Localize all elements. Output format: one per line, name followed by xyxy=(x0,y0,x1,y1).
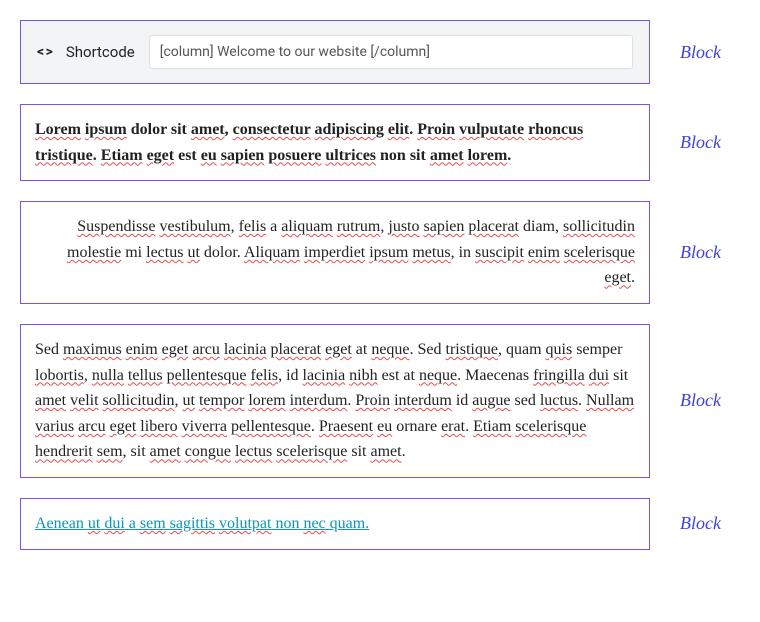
shortcode-inner: < > Shortcode xyxy=(21,21,649,83)
paragraph-block-link[interactable]: Aenean ut dui a sem sagittis volutpat no… xyxy=(20,498,650,550)
paragraph-block-bold[interactable]: Lorem ipsum dolor sit amet, consectetur … xyxy=(20,104,650,181)
block-row-right: Suspendisse vestibulum, felis a aliquam … xyxy=(20,201,740,304)
code-icon: < > xyxy=(37,44,52,60)
block-row-shortcode: < > Shortcode Block xyxy=(20,20,740,84)
block-label: Block xyxy=(680,42,721,63)
block-row-long: Sed maximus enim eget arcu lacinia place… xyxy=(20,324,740,478)
shortcode-title: Shortcode xyxy=(66,43,135,61)
block-label: Block xyxy=(680,132,721,153)
paragraph-link[interactable]: Aenean ut dui a sem sagittis volutpat no… xyxy=(35,515,369,532)
shortcode-block[interactable]: < > Shortcode xyxy=(20,20,650,84)
paragraph-text: Sed maximus enim eget arcu lacinia place… xyxy=(35,341,634,460)
paragraph-block-right[interactable]: Suspendisse vestibulum, felis a aliquam … xyxy=(20,201,650,304)
block-label: Block xyxy=(680,242,721,263)
paragraph-block[interactable]: Sed maximus enim eget arcu lacinia place… xyxy=(20,324,650,478)
block-label: Block xyxy=(680,390,721,411)
paragraph-text: Lorem ipsum dolor sit amet, consectetur … xyxy=(35,121,583,164)
paragraph-text: Suspendisse vestibulum, felis a aliquam … xyxy=(67,218,635,286)
block-row-link: Aenean ut dui a sem sagittis volutpat no… xyxy=(20,498,740,550)
block-label: Block xyxy=(680,513,721,534)
block-row-bold: Lorem ipsum dolor sit amet, consectetur … xyxy=(20,104,740,181)
shortcode-input[interactable] xyxy=(149,35,633,69)
